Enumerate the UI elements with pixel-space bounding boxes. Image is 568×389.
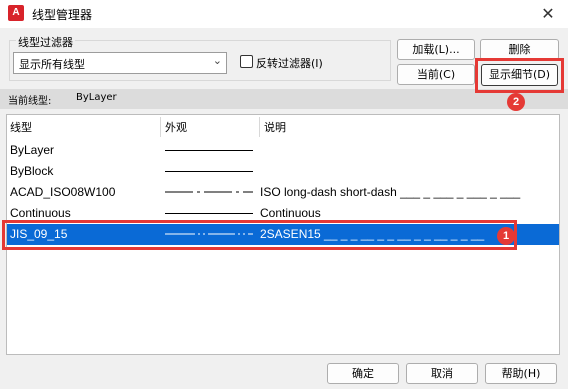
table-row[interactable]: ACAD_ISO08W100 ISO long-dash short-dash …	[7, 182, 559, 203]
linetype-sample	[165, 191, 253, 193]
column-header-description[interactable]: 说明	[264, 119, 286, 135]
row-highlight-box	[2, 220, 517, 250]
linetype-name: ByLayer	[10, 143, 55, 157]
title-bar: A 线型管理器 ✕	[0, 0, 568, 28]
load-button[interactable]: 加载(L)...	[397, 39, 475, 60]
filter-selected-value: 显示所有线型	[19, 58, 85, 71]
chevron-down-icon: ⌄	[212, 54, 222, 67]
linetype-sample	[165, 213, 253, 214]
current-button[interactable]: 当前(C)	[397, 64, 475, 85]
current-linetype-label: 当前线型:	[8, 96, 52, 107]
linetype-description: Continuous	[260, 206, 321, 220]
step-2-badge: 2	[507, 93, 525, 111]
ok-button[interactable]: 确定	[327, 363, 399, 384]
linetype-manager-dialog: A 线型管理器 ✕ 线型过滤器 显示所有线型 ⌄ 反转过滤器(I) 加载(L).…	[0, 0, 568, 389]
window-title: 线型管理器	[32, 8, 93, 22]
table-row[interactable]: ByBlock	[7, 161, 559, 182]
column-divider	[259, 117, 260, 137]
delete-button[interactable]: 删除	[480, 39, 559, 60]
close-icon[interactable]: ✕	[534, 2, 562, 26]
linetype-description: ISO long-dash short-dash ___ _ ___ _ ___…	[260, 185, 521, 199]
linetype-sample	[165, 150, 253, 151]
filter-group-label: 线型过滤器	[16, 34, 75, 50]
help-button[interactable]: 帮助(H)	[485, 363, 557, 384]
step-1-badge: 1	[497, 227, 515, 245]
current-linetype-value: ByLayer	[76, 92, 117, 103]
linetype-sample	[165, 171, 253, 172]
invert-filter-checkbox[interactable]	[240, 55, 253, 68]
cancel-button[interactable]: 取消	[406, 363, 478, 384]
invert-filter-label[interactable]: 反转过滤器(I)	[256, 55, 323, 71]
table-row[interactable]: ByLayer	[7, 140, 559, 161]
linetype-name: ByBlock	[10, 164, 54, 178]
filter-select[interactable]: 显示所有线型 ⌄	[13, 52, 227, 74]
details-highlight-box	[475, 58, 564, 93]
column-header-appearance[interactable]: 外观	[165, 119, 187, 135]
linetype-name: ACAD_ISO08W100	[10, 185, 116, 199]
autocad-app-icon: A	[8, 5, 24, 21]
linetype-name: Continuous	[10, 206, 71, 220]
column-header-linetype[interactable]: 线型	[10, 119, 32, 135]
column-divider	[160, 117, 161, 137]
